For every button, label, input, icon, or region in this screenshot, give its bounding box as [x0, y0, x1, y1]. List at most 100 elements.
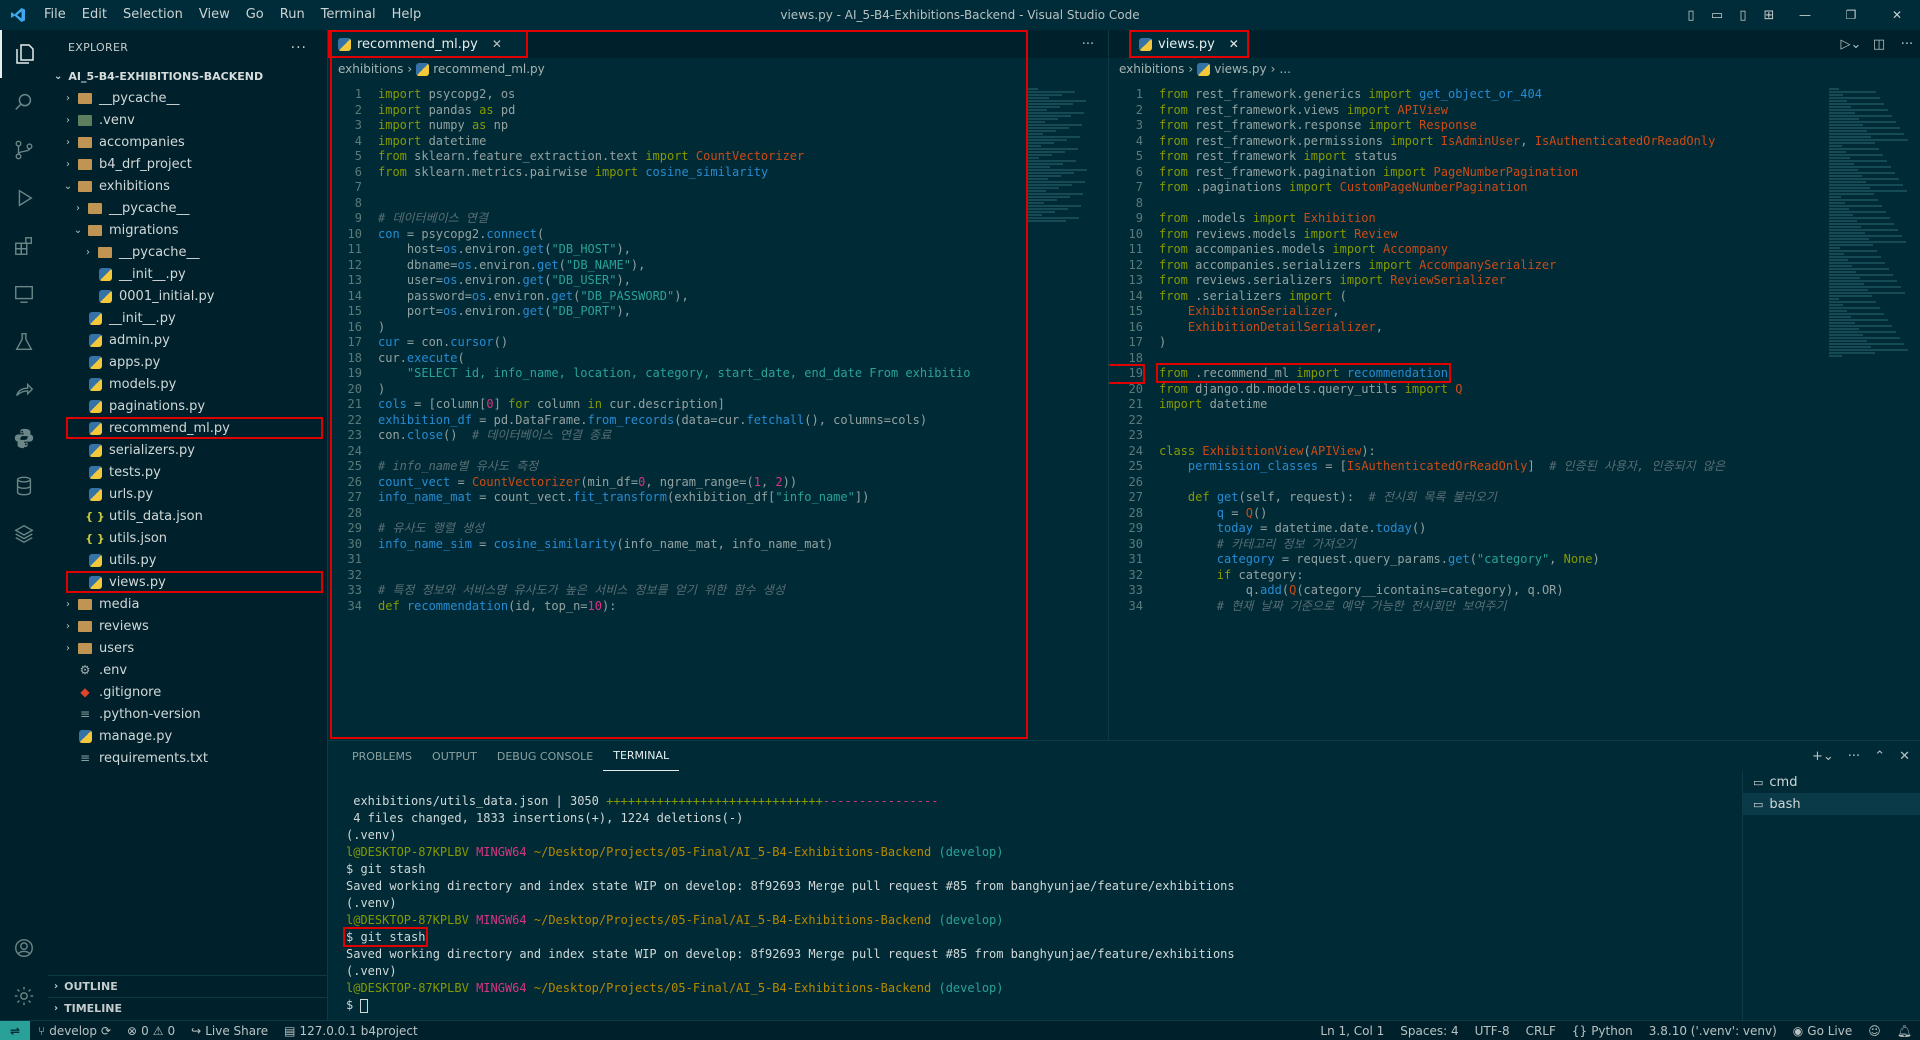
breadcrumb-symbol[interactable]: ...	[1279, 62, 1290, 76]
tree-item[interactable]: serializers.py	[48, 439, 327, 461]
live-share-button[interactable]: ↪ Live Share	[183, 1024, 276, 1038]
tree-item[interactable]: apps.py	[48, 351, 327, 373]
tree-item[interactable]: › media	[48, 593, 327, 615]
tree-item[interactable]: admin.py	[48, 329, 327, 351]
minimize-button[interactable]: —	[1782, 8, 1828, 22]
tree-item[interactable]: › .venv	[48, 109, 327, 131]
restore-button[interactable]: ❐	[1828, 8, 1874, 22]
tree-item[interactable]: ⌄ migrations	[48, 219, 327, 241]
branch-indicator[interactable]: ⑂ develop ⟳	[30, 1024, 119, 1038]
testing-icon[interactable]	[0, 318, 48, 366]
panel-tab-output[interactable]: OUTPUT	[422, 741, 487, 771]
explorer-icon[interactable]	[0, 30, 48, 78]
source-control-icon[interactable]	[0, 126, 48, 174]
more-actions-icon[interactable]: ···	[1893, 30, 1920, 58]
feedback-icon[interactable]: ☺	[1860, 1024, 1889, 1038]
tree-item[interactable]: { } utils_data.json	[48, 505, 327, 527]
code-editor-right[interactable]: 1 from rest_framework.generics import get…	[1109, 87, 1819, 737]
panel-tab-terminal[interactable]: TERMINAL	[603, 741, 680, 771]
remote-explorer-icon[interactable]	[0, 270, 48, 318]
line-ending[interactable]: CRLF	[1518, 1024, 1564, 1038]
more-actions-icon[interactable]: ···	[1848, 749, 1860, 764]
tree-item[interactable]: utils.py	[48, 549, 327, 571]
breadcrumb-file[interactable]: recommend_ml.py	[433, 62, 545, 76]
customize-layout-icon[interactable]: ⊞	[1756, 8, 1782, 23]
menu-item-run[interactable]: Run	[272, 0, 313, 30]
tab-recommend-ml[interactable]: recommend_ml.py ✕	[328, 30, 528, 58]
tree-item[interactable]: ⌄ exhibitions	[48, 175, 327, 197]
tree-item[interactable]: __init__.py	[48, 263, 327, 285]
tree-item[interactable]: models.py	[48, 373, 327, 395]
panel-tab-debug-console[interactable]: DEBUG CONSOLE	[487, 741, 603, 771]
notifications-icon[interactable]: 🔔︎	[1889, 1024, 1920, 1038]
menu-item-help[interactable]: Help	[384, 0, 430, 30]
tree-item[interactable]: › users	[48, 637, 327, 659]
menu-item-go[interactable]: Go	[238, 0, 272, 30]
run-debug-icon[interactable]	[0, 174, 48, 222]
tree-item[interactable]: ≡ requirements.txt	[48, 747, 327, 769]
tree-item[interactable]: › reviews	[48, 615, 327, 637]
breadcrumb-folder[interactable]: exhibitions	[338, 62, 403, 76]
close-tab-icon[interactable]: ✕	[1229, 37, 1239, 51]
close-tab-icon[interactable]: ✕	[492, 37, 502, 51]
toggle-panel-icon[interactable]: ▭	[1704, 8, 1730, 23]
tree-item[interactable]: ⚙ .env	[48, 659, 327, 681]
workspace-root[interactable]: ⌄ AI_5-B4-EXHIBITIONS-BACKEND	[48, 65, 327, 87]
panel-tab-problems[interactable]: PROBLEMS	[342, 741, 422, 771]
tree-item[interactable]: › __pycache__	[48, 241, 327, 263]
close-panel-icon[interactable]: ✕	[1899, 749, 1910, 764]
tab-views[interactable]: views.py ✕	[1129, 30, 1249, 58]
remote-indicator-icon[interactable]: ⇌	[0, 1020, 30, 1040]
menu-item-edit[interactable]: Edit	[74, 0, 115, 30]
toggle-secondary-sidebar-icon[interactable]: ▯	[1730, 8, 1756, 23]
breadcrumb-folder[interactable]: exhibitions	[1119, 62, 1184, 76]
tree-item[interactable]: recommend_ml.py	[48, 417, 327, 439]
tree-item[interactable]: tests.py	[48, 461, 327, 483]
tree-item[interactable]: paginations.py	[48, 395, 327, 417]
code-editor-left[interactable]: 1 import psycopg2, os 2 import pandas as pd…	[328, 87, 1028, 737]
run-file-icon[interactable]: ▷⌄	[1837, 30, 1865, 58]
tree-item[interactable]: › b4_drf_project	[48, 153, 327, 175]
language-mode[interactable]: {} Python	[1564, 1024, 1641, 1038]
outline-section[interactable]: › OUTLINE	[48, 975, 328, 997]
tree-item[interactable]: › __pycache__	[48, 87, 327, 109]
python-icon[interactable]	[0, 414, 48, 462]
close-window-button[interactable]: ✕	[1874, 8, 1920, 22]
maximize-panel-icon[interactable]: ⌃	[1874, 749, 1885, 764]
tree-item[interactable]: ◆ .gitignore	[48, 681, 327, 703]
tree-item[interactable]: __init__.py	[48, 307, 327, 329]
tree-item[interactable]: views.py	[48, 571, 327, 593]
database-icon[interactable]	[0, 462, 48, 510]
more-actions-icon[interactable]: ···	[1068, 30, 1108, 58]
menu-item-selection[interactable]: Selection	[115, 0, 191, 30]
terminal-bash[interactable]: ▭ bash	[1743, 793, 1920, 815]
encoding[interactable]: UTF-8	[1467, 1024, 1518, 1038]
cursor-position[interactable]: Ln 1, Col 1	[1312, 1024, 1392, 1038]
tree-item[interactable]: { } utils.json	[48, 527, 327, 549]
search-icon[interactable]	[0, 78, 48, 126]
extensions-icon[interactable]	[0, 222, 48, 270]
new-terminal-icon[interactable]: +⌄	[1812, 749, 1834, 764]
timeline-section[interactable]: › TIMELINE	[48, 997, 328, 1019]
menu-item-file[interactable]: File	[36, 0, 74, 30]
tree-item[interactable]: 0001_initial.py	[48, 285, 327, 307]
minimap-left[interactable]	[1028, 87, 1098, 737]
tree-item[interactable]: › accompanies	[48, 131, 327, 153]
python-interpreter[interactable]: 3.8.10 ('.venv': venv)	[1641, 1024, 1785, 1038]
tree-item[interactable]: ≡ .python-version	[48, 703, 327, 725]
terminal-output[interactable]: exhibitions/utils_data.json | 3050 +++++…	[342, 793, 1235, 1014]
terminal-cmd[interactable]: ▭ cmd	[1743, 771, 1920, 793]
go-live-button[interactable]: ◉ Go Live	[1785, 1024, 1860, 1038]
layers-icon[interactable]	[0, 510, 48, 558]
manage-gear-icon[interactable]	[0, 972, 48, 1020]
menu-item-view[interactable]: View	[191, 0, 238, 30]
database-connection[interactable]: ▤ 127.0.0.1 b4project	[276, 1024, 426, 1038]
live-share-icon[interactable]	[0, 366, 48, 414]
tree-item[interactable]: manage.py	[48, 725, 327, 747]
breadcrumb-file[interactable]: views.py	[1214, 62, 1266, 76]
tree-item[interactable]: urls.py	[48, 483, 327, 505]
more-actions-icon[interactable]: ···	[291, 40, 307, 56]
account-icon[interactable]	[0, 924, 48, 972]
toggle-sidebar-icon[interactable]: ▯	[1678, 8, 1704, 23]
tree-item[interactable]: › __pycache__	[48, 197, 327, 219]
